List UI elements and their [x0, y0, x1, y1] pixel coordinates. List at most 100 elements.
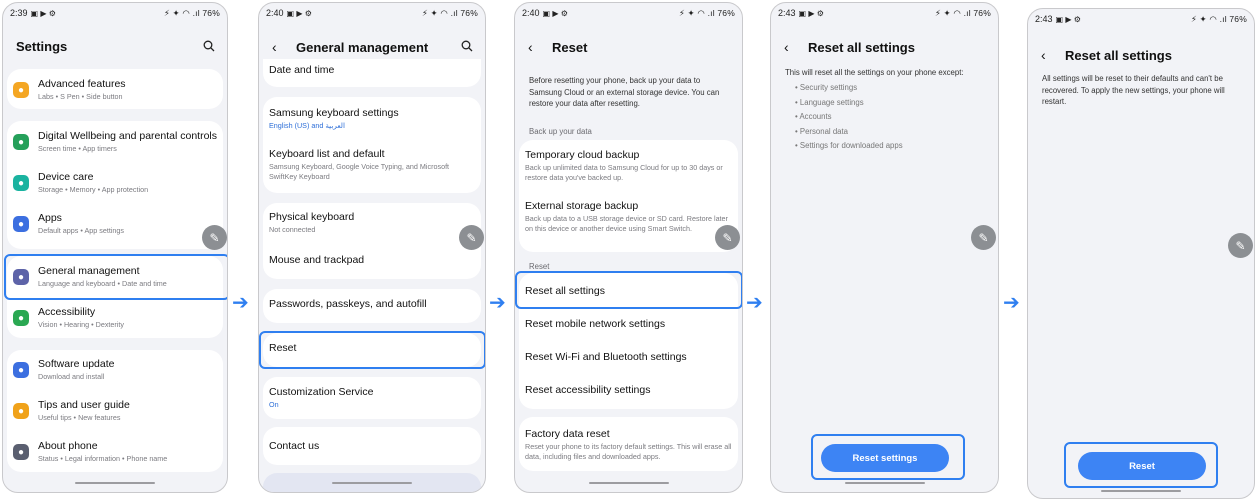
settings-item-software-update[interactable]: ● Software update Download and install: [3, 358, 227, 382]
section-label-reset: Reset: [529, 262, 550, 271]
row-subtitle: Download and install: [38, 372, 105, 381]
menu-item-passwords-passkeys-and-autofill[interactable]: Passwords, passkeys, and autofill: [259, 298, 485, 311]
row-title: Digital Wellbeing and parental controls: [38, 130, 217, 142]
edit-pencil-icon[interactable]: ✎: [202, 225, 227, 250]
row-title: External storage backup: [525, 200, 639, 212]
phone-screen-reset-confirm: 2:43 ▣ ▶ ⚙ ⚡ ✦ ◠ .ıl 76% ‹ Reset all sett…: [1027, 8, 1255, 499]
settings-item-tips-and-user-guide[interactable]: ● Tips and user guide Useful tips • New fe…: [3, 399, 227, 423]
back-arrow-icon[interactable]: ‹: [784, 39, 800, 55]
phone-screen-reset: 2:40 ▣ ▶ ⚙ ⚡ ✦ ◠ .ıl 76% ‹ Reset Before r…: [514, 2, 743, 493]
row-subtitle: Back up unlimited data to Samsung Cloud …: [525, 163, 723, 182]
phone-screen-reset-all-settings: 2:43 ▣ ▶ ⚙ ⚡ ✦ ◠ .ıl 76% ‹ Reset all sett…: [770, 2, 999, 493]
back-arrow-icon[interactable]: ‹: [272, 39, 288, 55]
row-subtitle: Screen time • App timers: [38, 144, 117, 153]
back-arrow-icon[interactable]: ‹: [528, 39, 544, 55]
row-subtitle: Labs • S Pen • Side button: [38, 92, 123, 101]
highlight-reset-settings-button: [811, 434, 965, 480]
row-title: Reset accessibility settings: [525, 384, 651, 396]
menu-item-contact-us[interactable]: Contact us: [259, 440, 485, 453]
settings-item-accessibility[interactable]: ● Accessibility Vision • Hearing • Dexteri…: [3, 306, 227, 330]
digital-wellbeing-icon: ●: [13, 134, 29, 150]
status-icons: ⚡ ✦ ◠ .ıl 76%: [163, 7, 220, 18]
row-subtitle: Back up data to a USB storage device or …: [525, 214, 728, 233]
row-title: About phone: [38, 440, 98, 452]
menu-item-keyboard-list-and-default[interactable]: Keyboard list and default Samsung Keyboar…: [259, 148, 485, 181]
row-title: Physical keyboard: [269, 211, 355, 223]
edit-pencil-icon[interactable]: ✎: [971, 225, 996, 250]
row-title: Keyboard list and default: [269, 148, 385, 160]
row-title: Factory data reset: [525, 428, 610, 440]
phone-screen-general-management: 2:40 ▣ ▶ ⚙ ⚡ ✦ ◠ .ıl 76% ‹ General manage…: [258, 2, 486, 493]
row-title: Customization Service: [269, 386, 374, 398]
menu-item-mouse-and-trackpad[interactable]: Mouse and trackpad: [259, 254, 485, 267]
edit-pencil-icon[interactable]: ✎: [1228, 233, 1253, 258]
back-arrow-icon[interactable]: ‹: [1041, 47, 1057, 63]
edit-pencil-icon[interactable]: ✎: [715, 225, 740, 250]
row-title: Software update: [38, 358, 115, 370]
arrow-right-icon: ➔: [232, 292, 249, 314]
apps-icon: ●: [13, 216, 29, 232]
status-bar: 2:43 ▣ ▶ ⚙ ⚡ ✦ ◠ .ıl 76%: [771, 3, 998, 23]
highlight-reset-all-settings: [515, 271, 742, 309]
settings-item-device-care[interactable]: ● Device care Storage • Memory • App prote…: [3, 171, 227, 195]
reset-item-reset-mobile-network-settings[interactable]: Reset mobile network settings: [515, 318, 742, 331]
row-subtitle: Samsung Keyboard, Google Voice Typing, a…: [269, 162, 450, 181]
status-icons: ⚡ ✦ ◠ .ıl 76%: [678, 7, 735, 18]
page-title: Reset all settings: [808, 39, 915, 55]
settings-item-apps[interactable]: ● Apps Default apps • App settings: [3, 212, 227, 236]
row-title: Temporary cloud backup: [525, 149, 640, 161]
about-phone-icon: ●: [13, 444, 29, 460]
status-time: 2:40: [522, 8, 540, 18]
backup-item-0[interactable]: Temporary cloud backup Back up unlimited …: [515, 149, 742, 182]
highlight-reset: [259, 331, 485, 369]
tips-icon: ●: [13, 403, 29, 419]
row-title: Contact us: [269, 440, 320, 452]
notification-icons: ▣ ▶ ⚙: [1055, 15, 1081, 24]
settings-item-about-phone[interactable]: ● About phone Status • Legal information •…: [3, 440, 227, 464]
settings-item-digital-wellbeing-and-parental-controls[interactable]: ● Digital Wellbeing and parental controls…: [3, 130, 227, 154]
highlight-reset-button: [1064, 442, 1218, 488]
header: ‹ Reset: [515, 39, 742, 55]
notification-icons: ▣ ▶ ⚙: [30, 9, 56, 18]
row-title: Date and time: [269, 64, 335, 76]
search-icon[interactable]: [461, 40, 473, 55]
row-subtitle: Vision • Hearing • Dexterity: [38, 320, 124, 329]
arrow-right-icon: ➔: [489, 292, 506, 314]
factory-data-reset-item[interactable]: Factory data reset Reset your phone to it…: [515, 428, 742, 461]
reset-intro-text: Before resetting your phone, back up you…: [529, 76, 720, 108]
menu-item-physical-keyboard[interactable]: Physical keyboard Not connected: [259, 211, 485, 235]
row-subtitle: Not connected: [269, 225, 316, 234]
row-title: Tips and user guide: [38, 399, 130, 411]
settings-item-advanced-features[interactable]: ● Advanced features Labs • S Pen • Side bu…: [3, 78, 227, 102]
reset-item-reset-accessibility-settings[interactable]: Reset accessibility settings: [515, 384, 742, 397]
row-title: Mouse and trackpad: [269, 254, 365, 266]
row-subtitle: On: [269, 400, 279, 409]
search-icon[interactable]: [203, 40, 215, 55]
arrow-right-icon: ➔: [1003, 292, 1020, 314]
status-icons: ⚡ ✦ ◠ .ıl 76%: [934, 7, 991, 18]
row-title: Advanced features: [38, 78, 126, 90]
status-icons: ⚡ ✦ ◠ .ıl 76%: [421, 7, 478, 18]
notification-icons: ▣ ▶ ⚙: [542, 9, 568, 18]
phone-screen-settings: 2:39 ▣ ▶ ⚙ ⚡ ✦ ◠ .ıl 76% Settings ● Advanc…: [2, 2, 228, 493]
row-title: Device care: [38, 171, 94, 183]
page-title: Reset: [552, 39, 588, 55]
row-title: Passwords, passkeys, and autofill: [269, 298, 427, 310]
reset-item-reset-wi-fi-and-bluetooth-settings[interactable]: Reset Wi-Fi and Bluetooth settings: [515, 351, 742, 364]
status-icons: ⚡ ✦ ◠ .ıl 76%: [1190, 13, 1247, 24]
row-title: Apps: [38, 212, 62, 224]
row-title: Accessibility: [38, 306, 96, 318]
accessibility-icon: ●: [13, 310, 29, 326]
exception-list-item: • Settings for downloaded apps: [795, 141, 903, 150]
menu-item-customization-service[interactable]: Customization Service On: [259, 386, 485, 410]
page-title: Settings: [16, 39, 68, 54]
menu-item-samsung-keyboard-settings[interactable]: Samsung keyboard settings English (US) an…: [259, 107, 485, 131]
backup-item-1[interactable]: External storage backup Back up data to a…: [515, 200, 742, 233]
edit-pencil-icon[interactable]: ✎: [459, 225, 484, 250]
menu-item-date-and-time[interactable]: Date and time: [259, 64, 485, 77]
highlight-general-management: [4, 254, 227, 300]
status-bar: 2:40 ▣ ▶ ⚙ ⚡ ✦ ◠ .ıl 76%: [259, 3, 485, 23]
row-title: Reset mobile network settings: [525, 318, 666, 330]
notification-icons: ▣ ▶ ⚙: [798, 9, 824, 18]
page-title: Reset all settings: [1065, 47, 1172, 63]
